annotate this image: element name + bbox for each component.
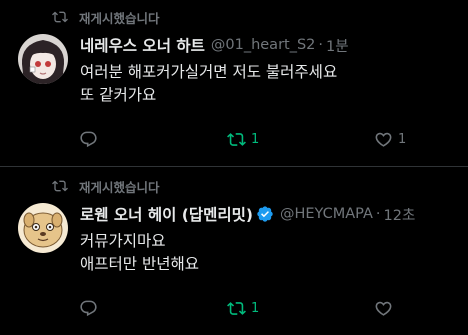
handle[interactable]: @01_heart_S2 [211,37,316,53]
separator-dot: · [318,37,324,53]
retweet-count: 1 [251,131,260,147]
tweet[interactable]: 재게시했습니다 네레우스 오너 하트 @01_heart_S2 · 1분 여러분… [0,0,468,166]
tweet-text-line: 커뮤가지마요 [80,232,166,250]
verified-badge-icon [257,206,273,222]
like-button[interactable]: 1 [374,129,406,149]
retweet-icon [52,11,68,23]
reply-icon [80,131,97,147]
tweet[interactable]: 재게시했습니다 로웬 오너 헤이 (답멘리밋) @HEYCMAPA · 12초 … [0,167,468,335]
retweet-count: 1 [251,300,260,316]
like-button[interactable] [374,298,398,318]
heart-icon [375,301,392,316]
separator-dot: · [375,206,381,222]
tweet-actions: 1 1 [0,129,468,149]
avatar[interactable] [18,203,68,253]
tweet-text: 커뮤가지마요 애프터만 반년해요 [80,230,199,276]
tweet-text-line: 여러분 해포커가실거면 저도 불러주세요 [80,63,338,81]
tweet-header: 로웬 오너 헤이 (답멘리밋) @HEYCMAPA · 12초 [80,203,415,225]
retweet-icon [227,132,246,146]
timestamp[interactable]: 12초 [384,204,416,225]
tweet-actions: 1 [0,298,468,318]
tweet-header: 네레우스 오너 하트 @01_heart_S2 · 1분 [80,34,349,56]
retweet-button[interactable]: 1 [227,298,259,318]
reply-icon [80,300,97,316]
display-name[interactable]: 로웬 오너 헤이 (답멘리밋) [80,203,253,225]
retweet-context-text: 재게시했습니다 [79,179,160,195]
display-name[interactable]: 네레우스 오너 하트 [80,34,205,56]
heart-icon [375,132,392,147]
retweet-context: 재게시했습니다 [52,178,160,195]
retweet-icon [52,180,68,192]
retweet-context: 재게시했습니다 [52,9,160,26]
retweet-button[interactable]: 1 [227,129,259,149]
handle[interactable]: @HEYCMAPA [280,206,373,222]
tweet-text: 여러분 해포커가실거면 저도 불러주세요 또 같커가요 [80,61,337,107]
retweet-icon [227,301,246,315]
retweet-context-text: 재게시했습니다 [79,10,160,26]
avatar[interactable] [18,34,68,84]
tweet-text-line: 또 같커가요 [80,86,157,104]
reply-button[interactable] [79,129,103,149]
reply-button[interactable] [79,298,103,318]
like-count: 1 [398,131,407,147]
tweet-text-line: 애프터만 반년해요 [80,255,200,273]
timestamp[interactable]: 1분 [326,35,349,56]
